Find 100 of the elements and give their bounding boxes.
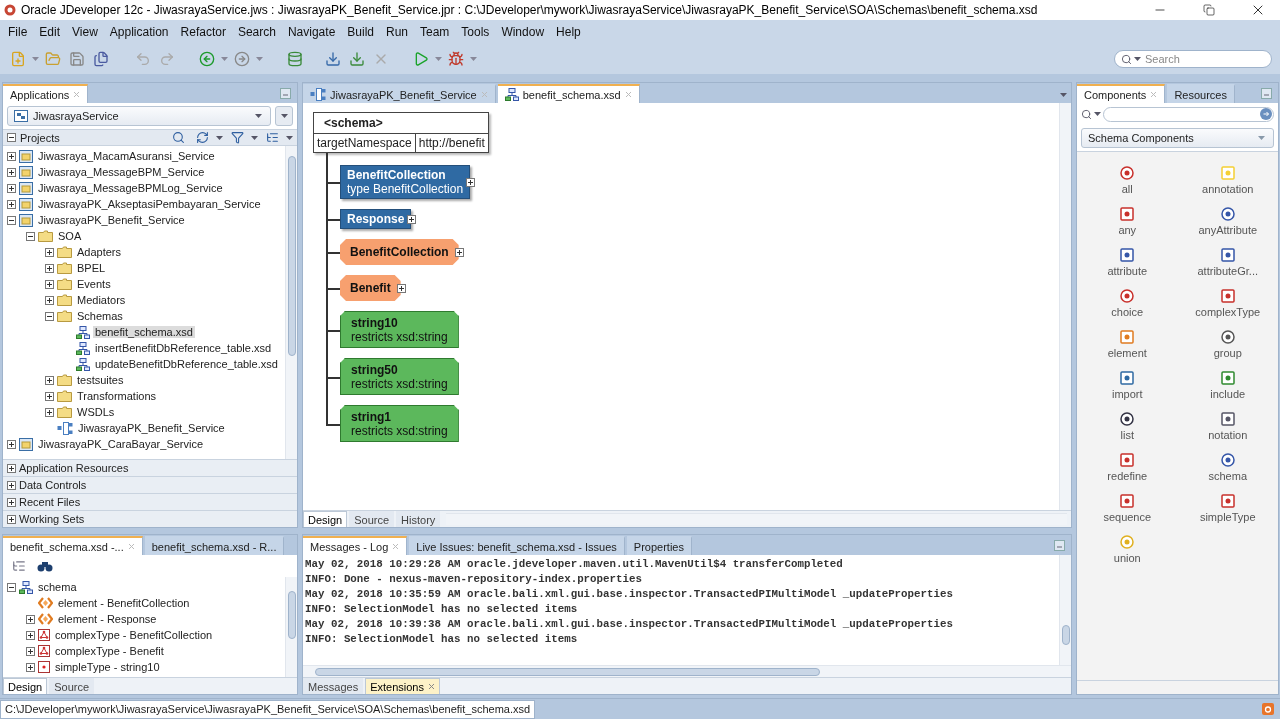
component-label[interactable]: simpleType [1199, 511, 1256, 523]
tree-item[interactable]: complexType - Benefit [53, 645, 166, 657]
tree-item[interactable]: JiwasrayaPK_CaraBayar_Service [36, 438, 206, 450]
tree-item[interactable]: JiwasrayaPK_Benefit_Service [76, 422, 227, 434]
component-label[interactable]: any [1118, 224, 1137, 236]
component-icon[interactable] [1220, 453, 1235, 467]
component-icon[interactable] [1220, 330, 1235, 344]
tree-item[interactable]: SOA [56, 230, 84, 242]
caret-icon[interactable] [286, 135, 293, 140]
scrollbar[interactable] [285, 146, 297, 459]
back-icon[interactable] [197, 49, 217, 69]
tree-item[interactable]: Schemas [75, 310, 125, 322]
caret-icon[interactable] [1060, 93, 1067, 97]
component-label[interactable]: anyAttribute [1198, 224, 1258, 236]
application-selector[interactable]: JiwasrayaService [7, 106, 271, 126]
panel-tab[interactable]: benefit_schema.xsd - R... [144, 536, 285, 555]
tree-item[interactable]: element - Response [56, 613, 159, 625]
menu-item[interactable]: Build [341, 25, 380, 39]
section-header[interactable]: Data Controls [19, 479, 87, 491]
expand-icon[interactable] [45, 279, 54, 289]
menu-button[interactable] [275, 106, 293, 126]
component-label[interactable]: list [1120, 429, 1134, 441]
complex-type-node[interactable]: BenefitCollection [340, 239, 459, 265]
expand-icon[interactable] [7, 167, 16, 177]
expand-icon[interactable] [45, 391, 54, 401]
complex-type-node[interactable]: Benefit [340, 275, 401, 301]
editor-tab[interactable]: Source [349, 511, 395, 527]
collapse-icon[interactable] [7, 133, 16, 142]
notification-icon[interactable] [1262, 703, 1274, 715]
caret-icon[interactable] [280, 114, 288, 118]
component-label[interactable]: complexType [1195, 306, 1261, 318]
go-icon[interactable] [1260, 108, 1272, 120]
panel-tab[interactable]: Applications [3, 84, 89, 103]
expand-icon[interactable] [26, 614, 35, 624]
tree-item[interactable]: Transformations [75, 390, 159, 402]
tree-item[interactable]: Mediators [75, 294, 128, 306]
panel-tab[interactable]: Messages [303, 678, 364, 694]
component-label[interactable]: all [1121, 183, 1133, 195]
tree-item[interactable]: insertBenefitDbReference_table.xsd [93, 342, 274, 354]
scrollbar[interactable] [1059, 103, 1071, 510]
element-node[interactable]: Response [340, 209, 412, 229]
expand-icon[interactable] [26, 662, 35, 672]
search-field[interactable]: Search [1114, 50, 1272, 68]
tree-item[interactable]: testsuites [75, 374, 126, 386]
tree-item[interactable]: complexType - BenefitCollection [53, 629, 215, 641]
menu-item[interactable]: Help [550, 25, 587, 39]
component-label[interactable]: redefine [1107, 470, 1148, 482]
caret-icon[interactable] [255, 114, 262, 118]
expand-icon[interactable] [7, 497, 16, 507]
component-icon[interactable] [1120, 248, 1135, 262]
menu-item[interactable]: File [2, 25, 34, 39]
tree-item[interactable]: element - BenefitCollection [56, 597, 192, 609]
editor-tab[interactable]: benefit_schema.xsd [497, 84, 640, 103]
panel-tab[interactable]: Live Issues: benefit_schema.xsd - Issues [409, 536, 625, 555]
menu-item[interactable]: Team [414, 25, 456, 39]
expand-icon[interactable] [45, 247, 54, 257]
component-icon[interactable] [1120, 166, 1135, 180]
menu-item[interactable]: Window [495, 25, 551, 39]
expand-icon[interactable] [396, 283, 406, 293]
component-icon[interactable] [1120, 453, 1135, 467]
panel-tab[interactable]: Messages - Log [303, 536, 408, 555]
tree-item[interactable]: Jiwasraya_MessageBPMLog_Service [36, 182, 225, 194]
component-label[interactable]: notation [1208, 429, 1248, 441]
editor-tab[interactable]: Design [303, 511, 348, 527]
component-icon[interactable] [1120, 412, 1135, 426]
panel-tab[interactable]: Components [1077, 84, 1166, 103]
component-icon[interactable] [1220, 289, 1235, 303]
component-label[interactable]: annotation [1202, 183, 1254, 195]
scrollbar[interactable] [285, 577, 297, 677]
menu-item[interactable]: Application [103, 25, 175, 39]
menu-item[interactable]: Run [380, 25, 414, 39]
component-icon[interactable] [1120, 207, 1135, 221]
expand-icon[interactable] [7, 199, 16, 209]
panel-tab[interactable]: benefit_schema.xsd -... [3, 536, 143, 555]
expand-icon[interactable] [7, 514, 16, 524]
restore-icon[interactable] [1203, 4, 1215, 16]
expand-icon[interactable] [45, 375, 54, 385]
menu-item[interactable]: Navigate [281, 25, 342, 39]
menu-item[interactable]: Tools [455, 25, 496, 39]
component-label[interactable]: include [1210, 388, 1246, 400]
menu-item[interactable]: Edit [33, 25, 67, 39]
expand-icon[interactable] [7, 151, 16, 161]
expand-icon[interactable] [26, 630, 35, 640]
panel-tab[interactable]: Properties [626, 536, 692, 555]
panel-tab[interactable]: Extensions [365, 678, 440, 694]
component-label[interactable]: schema [1208, 470, 1247, 482]
caret-icon[interactable] [216, 135, 223, 140]
category-dropdown[interactable]: Schema Components [1081, 128, 1274, 148]
expand-icon[interactable] [45, 263, 54, 273]
tree-item[interactable]: JiwasrayaPK_Benefit_Service [36, 214, 187, 226]
collapse-icon[interactable] [7, 582, 16, 592]
expand-icon[interactable] [45, 295, 54, 305]
menu-item[interactable]: Refactor [174, 25, 232, 39]
component-icon[interactable] [1120, 371, 1135, 385]
download-icon[interactable] [323, 49, 343, 69]
expand-icon[interactable] [466, 177, 476, 187]
component-label[interactable]: attribute [1107, 265, 1148, 277]
component-label[interactable]: sequence [1103, 511, 1152, 523]
tree-item[interactable]: Jiwasraya_MacamAsuransi_Service [36, 150, 217, 162]
tree-item[interactable]: simpleType - string10 [53, 661, 162, 673]
